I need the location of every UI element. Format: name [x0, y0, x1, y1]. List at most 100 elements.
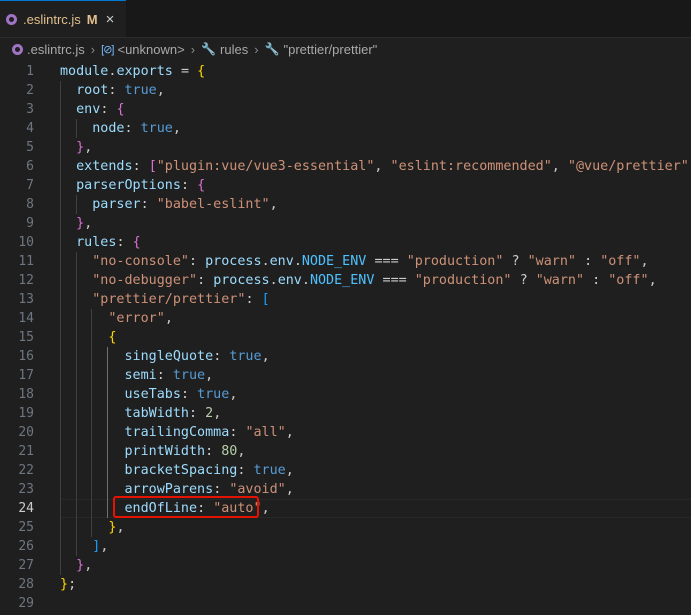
code-text: trailingComma: "all", — [124, 425, 294, 440]
code-text: env: { — [76, 102, 125, 117]
wrench-icon: 🔧 — [264, 42, 280, 56]
code-line[interactable]: 12 "no-debugger": process. env. NODE_ENV =… — [0, 271, 691, 290]
vue-file-icon — [12, 43, 23, 55]
line-number: 8 — [26, 197, 34, 212]
line-number: 4 — [26, 121, 34, 136]
line-number: 6 — [26, 159, 34, 174]
code-line[interactable]: 16 singleQuote: true, — [0, 347, 691, 366]
code-line[interactable]: 14 "error", — [0, 309, 691, 328]
code-line[interactable]: 1 module. exports = { — [0, 62, 691, 81]
line-number: 29 — [18, 596, 34, 611]
module-icon: [⊘] — [101, 43, 114, 56]
line-number: 24 — [18, 501, 34, 516]
line-number: 13 — [18, 292, 34, 307]
code-line[interactable]: 5 }, — [0, 138, 691, 157]
breadcrumb-rules[interactable]: rules — [220, 42, 248, 57]
code-line[interactable]: 2 root: true, — [0, 81, 691, 100]
code-text: singleQuote: true, — [124, 349, 270, 364]
code-text: parserOptions: { — [76, 178, 206, 193]
code-line[interactable]: 11 "no-console": process. env. NODE_ENV = =… — [0, 252, 691, 271]
line-number: 26 — [18, 539, 34, 554]
breadcrumb: .eslintrc.js › [⊘] <unknown> › 🔧 rules ›… — [0, 38, 691, 60]
tab-filename: .eslintrc.js — [23, 11, 81, 27]
line-number: 17 — [18, 368, 34, 383]
code-text: root: true, — [76, 83, 165, 98]
line-number: 2 — [26, 83, 34, 98]
chevron-right-icon: › — [90, 41, 96, 57]
code-line[interactable]: 18 useTabs: true, — [0, 385, 691, 404]
tab-bar: .eslintrc.js M × — [0, 0, 691, 38]
code-text: useTabs: true, — [124, 387, 238, 402]
code-text: "prettier/prettier": [ — [92, 292, 270, 307]
code-text: printWidth: 80, — [124, 444, 246, 459]
code-line[interactable]: 27 }, — [0, 556, 691, 575]
code-line[interactable]: 10 rules: { — [0, 233, 691, 252]
chevron-right-icon: › — [190, 41, 196, 57]
code-text: }, — [76, 216, 93, 231]
breadcrumb-module[interactable]: <unknown> — [117, 42, 184, 57]
code-line[interactable]: 20 trailingComma: "all", — [0, 423, 691, 442]
line-number: 9 — [26, 216, 34, 231]
code-text: parser: "babel-eslint", — [92, 197, 278, 212]
code-text: node: true, — [92, 121, 181, 136]
code-text: module. exports = { — [60, 64, 206, 79]
line-number: 22 — [18, 463, 34, 478]
line-number: 12 — [18, 273, 34, 288]
close-icon[interactable]: × — [106, 11, 115, 28]
line-number: 11 — [18, 254, 34, 269]
line-number: 23 — [18, 482, 34, 497]
code-line[interactable]: 4 node: true, — [0, 119, 691, 138]
line-number: 27 — [18, 558, 34, 573]
code-line[interactable]: 9 }, — [0, 214, 691, 233]
line-number: 25 — [18, 520, 34, 535]
code-text: }, — [108, 520, 125, 535]
code-text: }, — [76, 558, 93, 573]
code-line[interactable]: 3 env: { — [0, 100, 691, 119]
line-number: 7 — [26, 178, 34, 193]
line-number: 15 — [18, 330, 34, 345]
code-text: rules: { — [76, 235, 141, 250]
code-line[interactable]: 22 bracketSpacing: true, — [0, 461, 691, 480]
code-editor[interactable]: 1 module. exports = {2 root: true, 3 env: {… — [0, 62, 691, 613]
code-text: }, — [76, 140, 93, 155]
line-number: 20 — [18, 425, 34, 440]
breadcrumb-file[interactable]: .eslintrc.js — [27, 42, 85, 57]
annotation-highlight-box — [113, 496, 259, 518]
code-line[interactable]: 8 parser: "babel-eslint", — [0, 195, 691, 214]
breadcrumb-rule[interactable]: "prettier/prettier" — [284, 42, 378, 57]
code-text: }; — [60, 577, 77, 592]
line-number: 10 — [18, 235, 34, 250]
line-number: 28 — [18, 577, 34, 592]
code-text: extends: ["plugin:vue/vue3-essential", "… — [76, 159, 691, 174]
code-text: semi: true, — [124, 368, 214, 383]
vue-file-icon — [6, 13, 17, 25]
line-number: 16 — [18, 349, 34, 364]
code-line[interactable]: 19 tabWidth: 2, — [0, 404, 691, 423]
code-line[interactable]: 28}; — [0, 575, 691, 594]
code-text: { — [108, 330, 117, 345]
modified-badge: M — [86, 11, 98, 27]
code-line[interactable]: 26 ], — [0, 537, 691, 556]
code-line[interactable]: 29 — [0, 594, 691, 613]
code-line[interactable]: 15 { — [0, 328, 691, 347]
code-line[interactable]: 13 "prettier/prettier": [ — [0, 290, 691, 309]
code-line[interactable]: 23 arrowParens: "avoid", — [0, 480, 691, 499]
code-line[interactable]: 6 extends: ["plugin:vue/vue3-essential",… — [0, 157, 691, 176]
code-line[interactable]: 17 semi: true, — [0, 366, 691, 385]
code-line[interactable]: 21 printWidth: 80, — [0, 442, 691, 461]
wrench-icon: 🔧 — [201, 42, 217, 56]
code-text: ], — [92, 539, 109, 554]
line-number: 21 — [18, 444, 34, 459]
line-number: 14 — [18, 311, 34, 326]
line-number: 18 — [18, 387, 34, 402]
code-line[interactable]: 25 }, — [0, 518, 691, 537]
line-number: 5 — [26, 140, 34, 155]
code-text: "error", — [108, 311, 173, 326]
tab-eslintrc[interactable]: .eslintrc.js M × — [0, 0, 126, 37]
code-text: tabWidth: 2, — [124, 406, 222, 421]
code-line[interactable]: 24 endOfLine: "auto", — [0, 496, 691, 518]
chevron-right-icon: › — [254, 41, 259, 57]
line-number: 1 — [26, 64, 34, 79]
code-text: "no-console": process. env. NODE_ENV = = = "… — [92, 254, 649, 269]
code-line[interactable]: 7 parserOptions: { — [0, 176, 691, 195]
